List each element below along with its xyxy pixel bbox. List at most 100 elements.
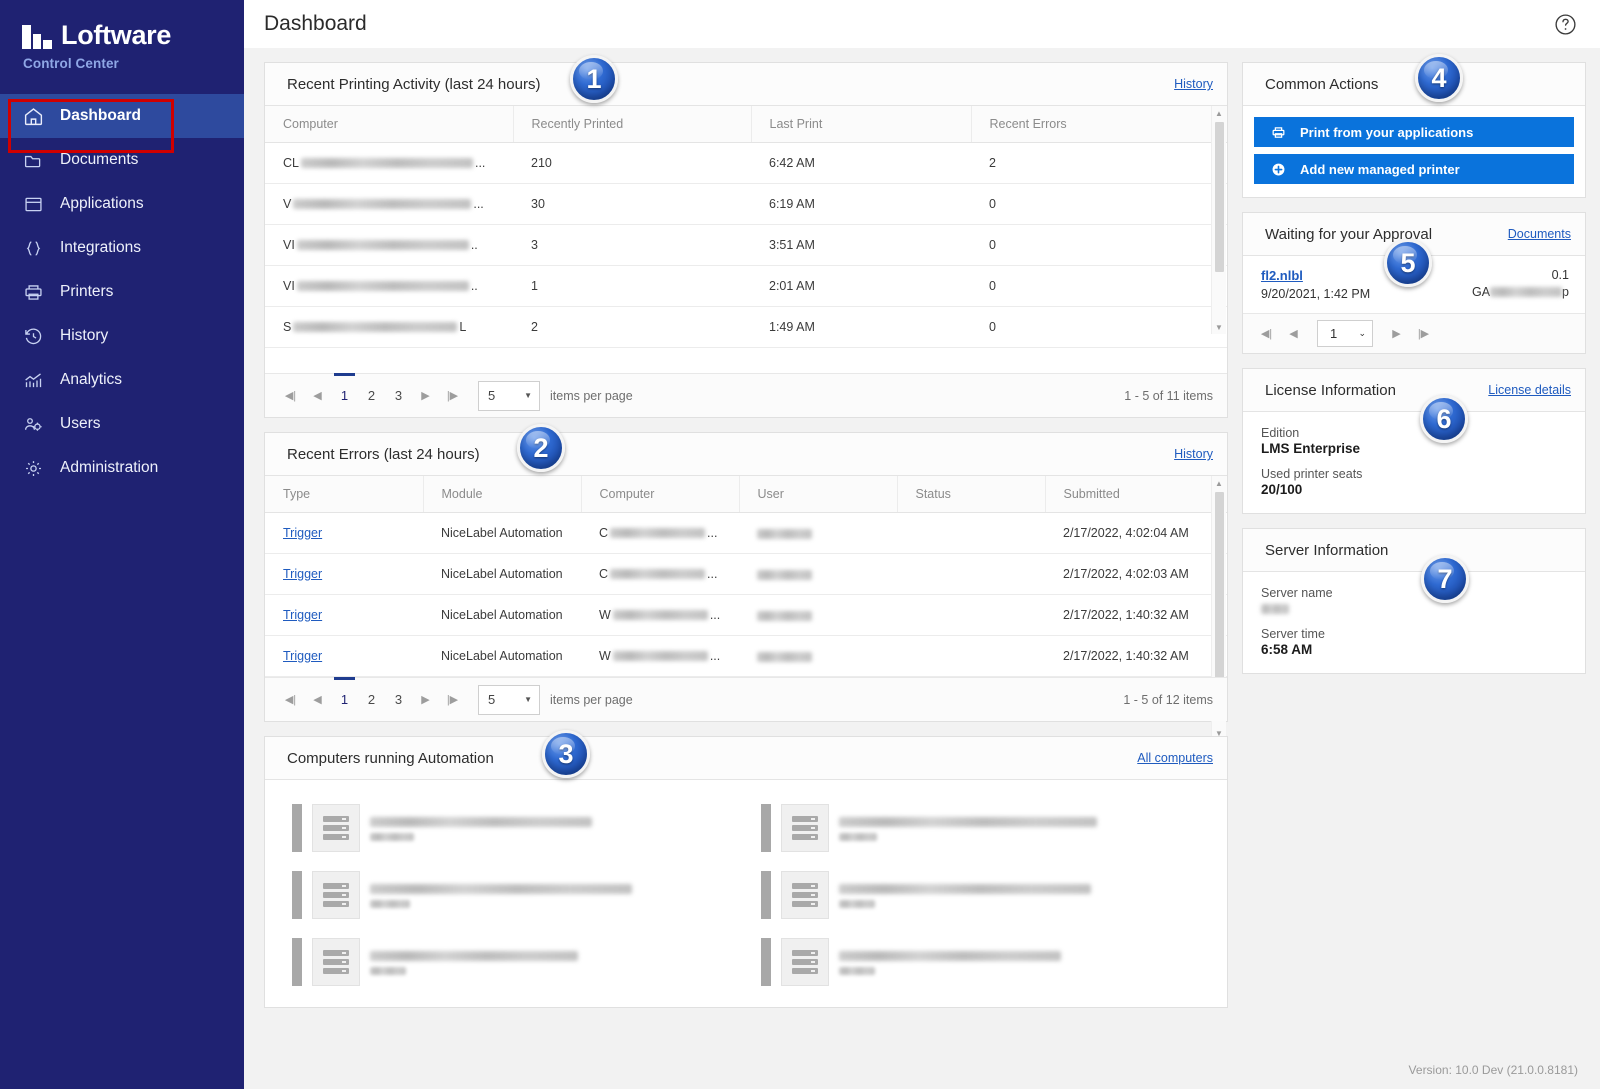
card-title: Recent Errors (last 24 hours): [287, 446, 480, 463]
sidebar-item-printers[interactable]: Printers: [0, 270, 244, 314]
pager-last-button[interactable]: |▶: [1410, 320, 1437, 347]
sidebar-item-users[interactable]: Users: [0, 402, 244, 446]
table-row[interactable]: VI.. 1 2:01 AM 0: [265, 266, 1227, 307]
computers-running-automation-card: Computers running Automation All compute…: [264, 736, 1228, 1008]
col-recently-printed[interactable]: Recently Printed: [513, 106, 751, 143]
pager-page-3[interactable]: 3: [385, 686, 412, 713]
sidebar-item-documents[interactable]: Documents: [0, 138, 244, 182]
table-row[interactable]: CL... 210 6:42 AM 2: [265, 143, 1227, 184]
table-row[interactable]: Trigger NiceLabel Automation C... 2/17/2…: [265, 554, 1227, 595]
callout-badge-1: 1: [570, 55, 618, 103]
trigger-link[interactable]: Trigger: [283, 526, 322, 540]
sidebar-item-dashboard[interactable]: Dashboard: [0, 94, 244, 138]
server-time-value: 6:58 AM: [1261, 642, 1567, 657]
col-computer[interactable]: Computer: [265, 106, 513, 143]
add-new-managed-printer-button[interactable]: Add new managed printer: [1254, 154, 1574, 184]
items-per-page-select[interactable]: 5 ▼: [478, 685, 540, 715]
trigger-link[interactable]: Trigger: [283, 567, 322, 581]
table-row[interactable]: SL 2 1:49 AM 0: [265, 307, 1227, 348]
col-submitted[interactable]: Submitted: [1045, 476, 1227, 513]
errors-history-link[interactable]: History: [1174, 447, 1213, 461]
sidebar-item-integrations[interactable]: Integrations: [0, 226, 244, 270]
pager-prev-button[interactable]: ◀: [1280, 320, 1307, 347]
pager-first-button[interactable]: ◀|: [277, 382, 304, 409]
sidebar-item-applications[interactable]: Applications: [0, 182, 244, 226]
pager-page-2[interactable]: 2: [358, 686, 385, 713]
cell-recently-printed: 1: [513, 266, 751, 307]
col-computer[interactable]: Computer: [581, 476, 739, 513]
pager-page-2[interactable]: 2: [358, 382, 385, 409]
pager-next-button[interactable]: ▶: [412, 686, 439, 713]
list-item[interactable]: [748, 794, 1217, 861]
all-computers-link[interactable]: All computers: [1137, 751, 1213, 765]
pager-prev-button[interactable]: ◀: [304, 686, 331, 713]
approval-documents-link[interactable]: Documents: [1508, 227, 1571, 241]
list-item[interactable]: [279, 794, 748, 861]
col-last-print[interactable]: Last Print: [751, 106, 971, 143]
content-columns: Recent Printing Activity (last 24 hours)…: [244, 48, 1600, 1089]
col-user[interactable]: User: [739, 476, 897, 513]
status-bar-indicator: [292, 804, 302, 852]
cell-last-print: 3:51 AM: [751, 225, 971, 266]
table-scrollbar[interactable]: ▲ ▼: [1211, 106, 1226, 334]
col-recent-errors[interactable]: Recent Errors: [971, 106, 1227, 143]
pager-next-button[interactable]: ▶: [412, 382, 439, 409]
cell-user: [739, 636, 897, 677]
sidebar-item-analytics[interactable]: Analytics: [0, 358, 244, 402]
server-icon: [781, 871, 829, 919]
callout-badge-7: 7: [1421, 555, 1469, 603]
scrollbar-thumb[interactable]: [1215, 492, 1224, 690]
scrollbar-thumb[interactable]: [1215, 122, 1224, 272]
pager-last-button[interactable]: |▶: [439, 382, 466, 409]
pager-page-1[interactable]: 1: [331, 382, 358, 409]
sidebar-item-history[interactable]: History: [0, 314, 244, 358]
printing-history-link[interactable]: History: [1174, 77, 1213, 91]
list-item[interactable]: [279, 861, 748, 928]
print-from-applications-button[interactable]: Print from your applications: [1254, 117, 1574, 147]
approval-document-date: 9/20/2021, 1:42 PM: [1261, 287, 1370, 301]
callout-badge-3: 3: [542, 730, 590, 778]
table-row[interactable]: Trigger NiceLabel Automation W... 2/17/2…: [265, 595, 1227, 636]
recent-errors-card: Recent Errors (last 24 hours) History 2 …: [264, 432, 1228, 722]
trigger-link[interactable]: Trigger: [283, 649, 322, 663]
pager-last-button[interactable]: |▶: [439, 686, 466, 713]
col-type[interactable]: Type: [265, 476, 423, 513]
table-row[interactable]: VI.. 3 3:51 AM 0: [265, 225, 1227, 266]
top-bar: Dashboard: [244, 0, 1600, 48]
sidebar-item-label: Applications: [60, 195, 144, 213]
pager-prev-button[interactable]: ◀: [304, 382, 331, 409]
printing-activity-pager: ◀| ◀ 1 2 3 ▶ |▶ 5 ▼ items per page 1 - 5…: [265, 373, 1227, 417]
server-icon: [312, 871, 360, 919]
list-item[interactable]: [748, 928, 1217, 995]
pager-page-3[interactable]: 3: [385, 382, 412, 409]
pager-page-1[interactable]: 1: [331, 686, 358, 713]
trigger-link[interactable]: Trigger: [283, 608, 322, 622]
table-row[interactable]: V... 30 6:19 AM 0: [265, 184, 1227, 225]
license-details-link[interactable]: License details: [1488, 383, 1571, 397]
recent-errors-table-wrap: Type Module Computer User Status Submitt…: [265, 476, 1227, 677]
sidebar-item-administration[interactable]: Administration: [0, 446, 244, 490]
table-row[interactable]: Trigger NiceLabel Automation W... 2/17/2…: [265, 636, 1227, 677]
list-item[interactable]: [748, 861, 1217, 928]
col-module[interactable]: Module: [423, 476, 581, 513]
pager-next-button[interactable]: ▶: [1383, 320, 1410, 347]
pager-first-button[interactable]: ◀|: [1253, 320, 1280, 347]
server-time-label: Server time: [1261, 627, 1567, 641]
braces-icon: [22, 237, 44, 259]
computer-info: [370, 815, 592, 841]
scroll-up-icon[interactable]: ▲: [1212, 476, 1226, 490]
table-row[interactable]: Trigger NiceLabel Automation C... 2/17/2…: [265, 513, 1227, 554]
col-status[interactable]: Status: [897, 476, 1045, 513]
approval-page-select[interactable]: 1 ⌄: [1317, 320, 1373, 347]
pager-first-button[interactable]: ◀|: [277, 686, 304, 713]
sidebar-item-label: Documents: [60, 151, 138, 169]
approval-document-link[interactable]: fl2.nlbl: [1261, 268, 1303, 283]
scroll-up-icon[interactable]: ▲: [1212, 106, 1226, 120]
question-circle-icon[interactable]: [1553, 12, 1578, 37]
sidebar-item-label: Analytics: [60, 371, 122, 389]
table-header-row: Computer Recently Printed Last Print Rec…: [265, 106, 1227, 143]
scroll-down-icon[interactable]: ▼: [1212, 320, 1226, 334]
items-per-page-select[interactable]: 5 ▼: [478, 381, 540, 411]
list-item[interactable]: [279, 928, 748, 995]
users-gear-icon: [22, 413, 44, 435]
